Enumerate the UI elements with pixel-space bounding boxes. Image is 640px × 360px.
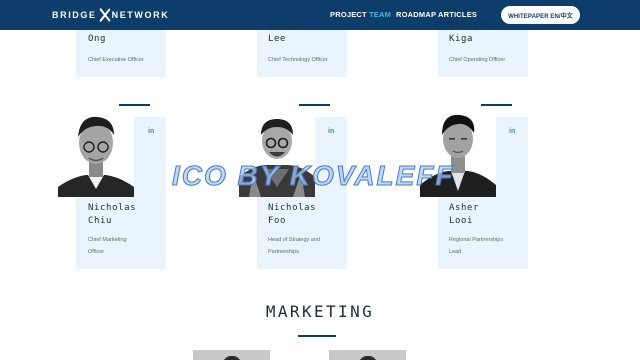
section-title-underline <box>298 335 336 337</box>
section-title: MARKETING <box>265 302 375 321</box>
card-accent-line <box>119 104 150 106</box>
member-role: Chief Operating Officer <box>449 57 506 63</box>
member-photo <box>329 350 406 360</box>
nav-project[interactable]: PROJECT <box>330 10 367 19</box>
member-role: Chief Marketing Officer <box>88 237 127 255</box>
member-name: Nicholas Chiu <box>88 203 137 226</box>
person-avatar-icon <box>359 356 377 360</box>
logo-text-right: NETWORK <box>111 10 170 20</box>
card-accent-line <box>299 104 330 106</box>
linkedin-icon[interactable]: in <box>328 128 334 135</box>
member-role: Head of Strategy and Partnerships <box>268 237 320 255</box>
nav-roadmap[interactable]: ROADMAP <box>396 10 436 19</box>
team-card-cto: Joseph Lee Chief Technology Officer <box>257 21 347 77</box>
member-photo <box>193 350 270 360</box>
member-name: Jody Ong <box>88 21 113 44</box>
nav-team[interactable]: TEAM <box>369 10 391 19</box>
whitepaper-button[interactable]: WHITEPAPER EN/中文 <box>501 6 580 24</box>
person-avatar-icon <box>58 107 134 197</box>
linkedin-icon[interactable]: in <box>148 128 154 135</box>
watermark-text: ICO BY KOVALEFF <box>172 160 455 192</box>
card-accent-line <box>481 104 512 106</box>
member-name: Sebastian Kiga <box>449 21 504 44</box>
member-photo <box>58 107 134 197</box>
member-name: Nicholas Foo <box>268 203 317 226</box>
member-name: Asher Looi <box>449 203 480 226</box>
member-name: Joseph Lee <box>268 21 305 44</box>
nav-articles[interactable]: ARTICLES <box>438 10 477 19</box>
linkedin-icon[interactable]: in <box>509 128 515 135</box>
member-role: Chief Executive Officer <box>88 57 144 63</box>
member-role: Chief Technology Officer <box>268 57 328 63</box>
person-avatar-icon <box>223 356 241 360</box>
logo-text-left: BRIDGE <box>52 10 97 20</box>
team-card-ceo: Jody Ong Chief Executive Officer <box>76 21 166 77</box>
team-card-coo: Sebastian Kiga Chief Operating Officer <box>438 21 528 77</box>
member-role: Regional Partnerships Lead <box>449 237 504 255</box>
